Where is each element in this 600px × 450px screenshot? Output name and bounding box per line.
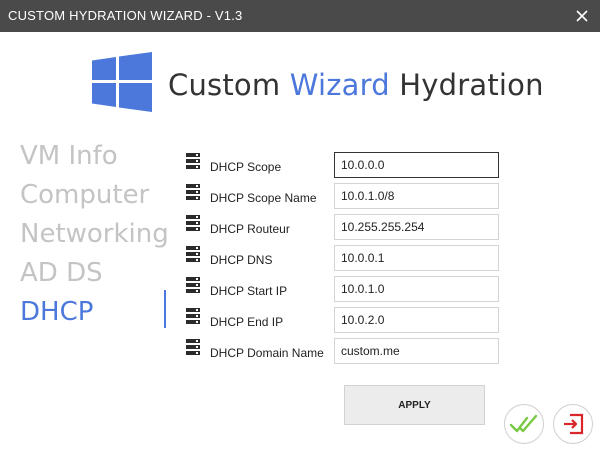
dhcp-scope-label: DHCP Scope: [210, 160, 282, 174]
finish-button[interactable]: [504, 404, 544, 444]
form-row-dhcp-domain-name: DHCP Domain Name: [186, 338, 506, 364]
server-icon: [186, 308, 200, 324]
server-icon: [186, 246, 200, 262]
title-bar: CUSTOM HYDRATION WIZARD - V1.3: [0, 0, 600, 32]
dhcp-end-ip-input[interactable]: [334, 307, 499, 333]
server-icon: [186, 184, 200, 200]
dhcp-domain-name-label: DHCP Domain Name: [210, 346, 324, 360]
app-heading: Custom Wizard Hydration: [168, 68, 544, 102]
form-row-dhcp-end-ip: DHCP End IP: [186, 307, 506, 333]
form-row-dhcp-routeur: DHCP Routeur: [186, 214, 506, 240]
sidebar-nav: VM Info Computer Networking AD DS DHCP: [20, 140, 169, 335]
nav-item-vm-info[interactable]: VM Info: [20, 140, 169, 179]
double-check-icon: [509, 414, 538, 433]
form-row-dhcp-start-ip: DHCP Start IP: [186, 276, 506, 302]
server-icon: [186, 215, 200, 231]
apply-button[interactable]: APPLY: [344, 385, 485, 425]
window-title: CUSTOM HYDRATION WIZARD - V1.3: [8, 8, 243, 23]
dhcp-domain-name-input[interactable]: [334, 338, 499, 364]
nav-item-networking[interactable]: Networking: [20, 218, 169, 257]
exit-icon: [564, 413, 584, 435]
nav-item-ad-ds[interactable]: AD DS: [20, 257, 169, 296]
server-icon: [186, 277, 200, 293]
form-row-dhcp-scope-name: DHCP Scope Name: [186, 183, 506, 209]
form-row-dhcp-scope: DHCP Scope: [186, 152, 506, 178]
heading-part-2: Hydration: [389, 68, 544, 102]
close-icon: [576, 10, 588, 22]
dhcp-dns-input[interactable]: [334, 245, 499, 271]
dhcp-scope-name-label: DHCP Scope Name: [210, 191, 317, 205]
dhcp-start-ip-label: DHCP Start IP: [210, 284, 288, 298]
dhcp-dns-label: DHCP DNS: [210, 253, 273, 267]
exit-button[interactable]: [553, 404, 593, 444]
dhcp-routeur-input[interactable]: [334, 214, 499, 240]
windows-logo-icon: [92, 52, 152, 112]
dhcp-scope-name-input[interactable]: [334, 183, 499, 209]
active-nav-indicator: [164, 290, 166, 328]
dhcp-routeur-label: DHCP Routeur: [210, 222, 290, 236]
close-button[interactable]: [570, 4, 594, 28]
server-icon: [186, 339, 200, 355]
heading-part-1: Custom: [168, 68, 290, 102]
dhcp-end-ip-label: DHCP End IP: [210, 315, 284, 329]
dhcp-start-ip-input[interactable]: [334, 276, 499, 302]
server-icon: [186, 153, 200, 169]
nav-item-dhcp[interactable]: DHCP: [20, 296, 169, 335]
dhcp-scope-input[interactable]: [334, 152, 499, 178]
heading-accent: Wizard: [289, 68, 390, 102]
nav-item-computer[interactable]: Computer: [20, 179, 169, 218]
form-row-dhcp-dns: DHCP DNS: [186, 245, 506, 271]
